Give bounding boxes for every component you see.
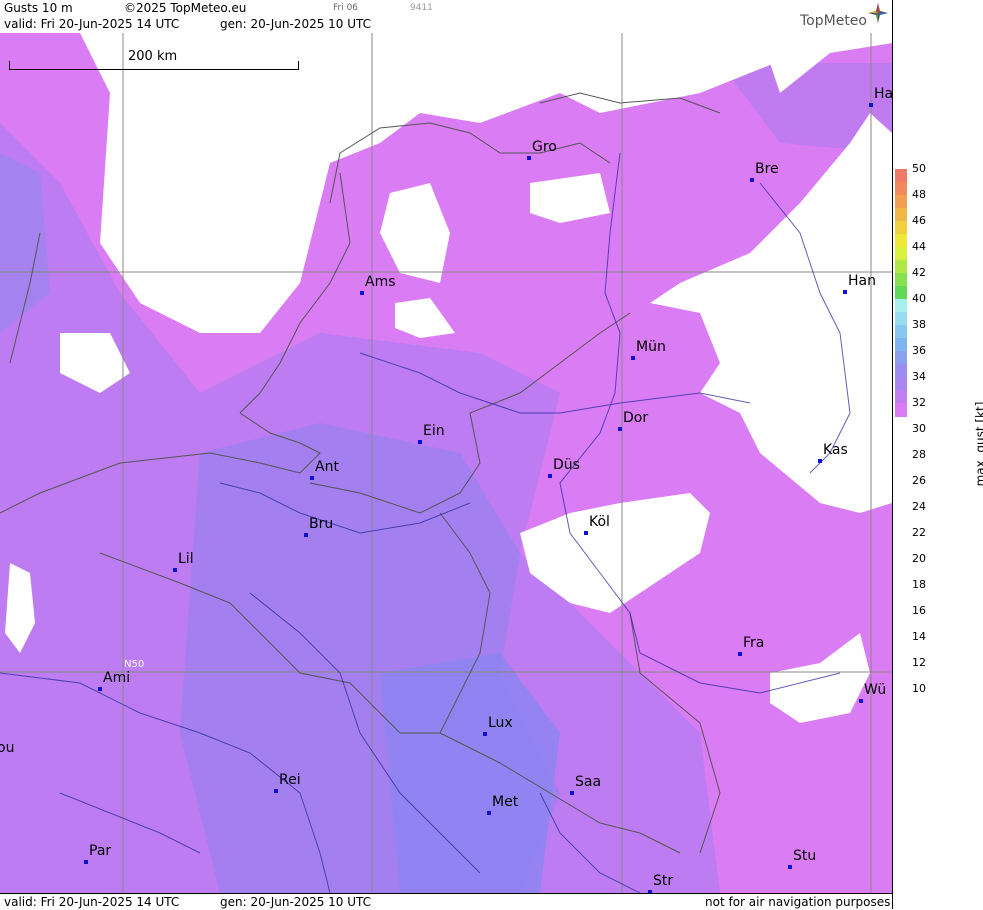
legend-tick-label: 24: [912, 500, 926, 513]
generated-time: gen: 20-Jun-2025 10 UTC: [220, 17, 372, 31]
legend-color-step: [895, 247, 907, 261]
legend-color-step: [895, 195, 907, 209]
legend-color-step: [895, 208, 907, 222]
legend-color-step: [895, 221, 907, 235]
legend-tick-label: 48: [912, 188, 926, 201]
legend-color-step: [895, 273, 907, 287]
copyright: ©2025 TopMeteo.eu: [124, 1, 247, 15]
legend-tick-label: 28: [912, 448, 926, 461]
legend-tick-label: 46: [912, 214, 926, 227]
legend-color-step: [895, 338, 907, 352]
legend-color-step: [895, 169, 907, 183]
legend-tick-label: 38: [912, 318, 926, 331]
legend-color-step: [895, 299, 907, 313]
legend-tick-label: 26: [912, 474, 926, 487]
legend-color-step: [895, 325, 907, 339]
legend-tick-label: 42: [912, 266, 926, 279]
legend-color-bar: [895, 169, 907, 417]
legend-color-step: [895, 234, 907, 248]
legend-color-step: [895, 403, 907, 417]
compass-star-icon: [868, 3, 888, 23]
legend-color-step: [895, 286, 907, 300]
legend-color-step: [895, 260, 907, 274]
footer-valid-time: valid: Fri 20-Jun-2025 14 UTC: [4, 895, 180, 909]
brand-logo: TopMeteo: [800, 13, 867, 29]
color-legend: 50 48 46 44 42 40 38 36 34 32 30 28 26 24 22 20 18 16 14 12…: [892, 0, 983, 909]
legend-tick-label: 22: [912, 526, 926, 539]
legend-title: max. gust [kt]: [973, 401, 983, 487]
legend-color-step: [895, 364, 907, 378]
legend-tick-label: 14: [912, 630, 926, 643]
gust-map[interactable]: 200 km N50 Ha Gro Bre Ams Han Mün Dor Ei…: [0, 33, 892, 893]
run-code: Fri 06: [333, 3, 359, 13]
footer-bar: valid: Fri 20-Jun-2025 14 UTC gen: 20-Ju…: [0, 893, 892, 910]
scale-bar: 200 km: [9, 49, 299, 70]
legend-color-step: [895, 182, 907, 196]
valid-time: valid: Fri 20-Jun-2025 14 UTC: [4, 17, 180, 31]
legend-tick-label: 30: [912, 422, 926, 435]
code2: 9411: [410, 3, 433, 13]
footer-disclaimer: not for air navigation purposes: [705, 895, 891, 909]
legend-color-step: [895, 377, 907, 391]
legend-tick-label: 36: [912, 344, 926, 357]
footer-generated-time: gen: 20-Jun-2025 10 UTC: [220, 895, 372, 909]
legend-tick-label: 34: [912, 370, 926, 383]
legend-tick-label: 44: [912, 240, 926, 253]
legend-color-step: [895, 351, 907, 365]
product-title: Gusts 10 m: [4, 1, 73, 15]
scale-label: 200 km: [128, 49, 178, 64]
legend-tick-label: 18: [912, 578, 926, 591]
legend-tick-label: 16: [912, 604, 926, 617]
legend-color-step: [895, 390, 907, 404]
legend-tick-label: 10: [912, 682, 926, 695]
legend-tick-label: 32: [912, 396, 926, 409]
legend-tick-label: 40: [912, 292, 926, 305]
header-bar: Gusts 10 m ©2025 TopMeteo.eu Fri 06 9411…: [0, 0, 892, 34]
legend-color-step: [895, 312, 907, 326]
legend-tick-label: 12: [912, 656, 926, 669]
legend-tick-label: 20: [912, 552, 926, 565]
legend-tick-label: 50: [912, 162, 926, 175]
latitude-label: N50: [124, 659, 145, 670]
